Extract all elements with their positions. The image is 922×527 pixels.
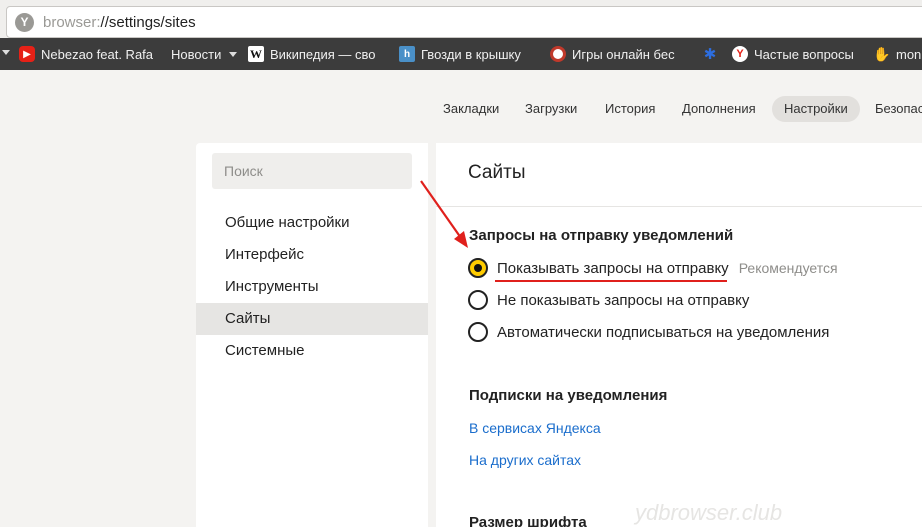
watermark: ydbrowser.club <box>635 500 783 525</box>
annotation-arrow-icon <box>420 180 462 239</box>
annotation-overlay <box>420 180 727 282</box>
annotation-arrowhead-icon <box>454 231 468 248</box>
